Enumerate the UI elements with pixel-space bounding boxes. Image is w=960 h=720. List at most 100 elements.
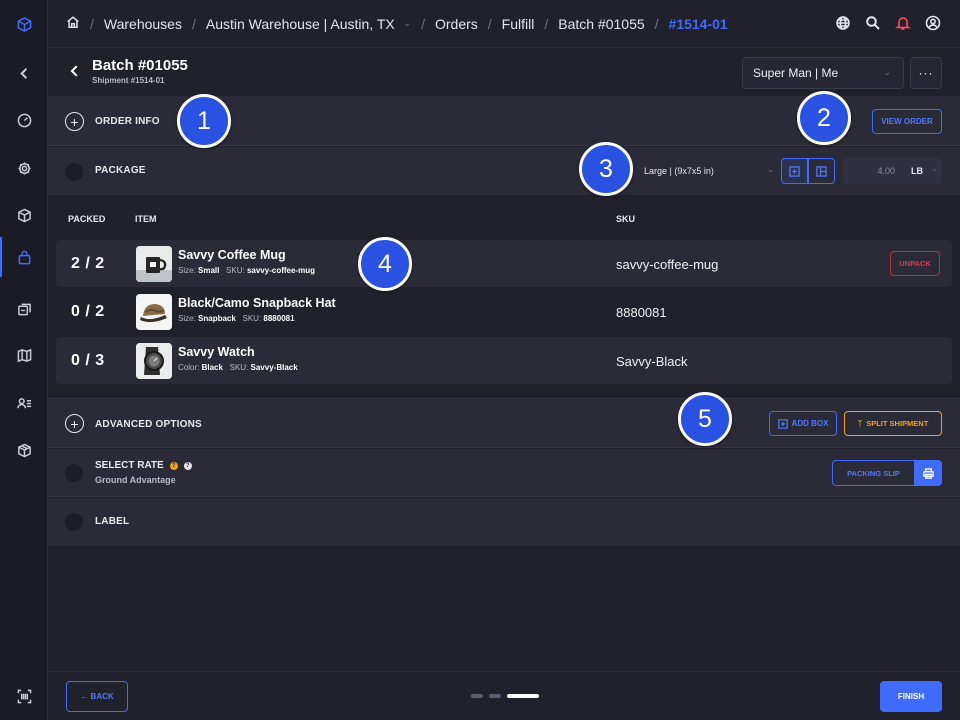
breadcrumb-current: #1514-01 xyxy=(668,15,728,32)
add-box-icon xyxy=(777,418,788,429)
breadcrumb-separator: / xyxy=(487,15,492,32)
unpack-button[interactable]: UNPACK xyxy=(890,251,940,276)
item-meta: Color: Black SKU: Savvy-Black xyxy=(178,363,298,372)
label-section: LABEL xyxy=(48,498,960,546)
packed-count: 2 / 2 xyxy=(71,255,105,272)
step-status-circle xyxy=(65,513,83,531)
user-account-icon[interactable] xyxy=(924,14,942,32)
breadcrumb: / Warehouses / Austin Warehouse | Austin… xyxy=(66,15,728,32)
breadcrumb-separator: / xyxy=(191,15,196,32)
packages-cube-icon[interactable] xyxy=(0,430,48,470)
select-rate-label: SELECT RATE ? ? xyxy=(95,460,192,471)
breadcrumb-separator: / xyxy=(654,15,659,32)
packed-count: 0 / 2 xyxy=(71,303,105,320)
notification-bell-icon[interactable] xyxy=(894,14,912,32)
breadcrumb-batch[interactable]: Batch #01055 xyxy=(558,16,644,32)
item-name: Savvy Watch xyxy=(178,345,255,359)
printer-icon xyxy=(923,467,934,479)
breadcrumb-separator: / xyxy=(90,15,94,32)
chevron-down-icon: ⌄ xyxy=(767,165,774,174)
barcode-scan-icon[interactable] xyxy=(0,676,48,716)
weight-unit-value: LB xyxy=(911,166,923,176)
table-row: 0 / 2 Black/Camo Snapback Hat Size: Snap… xyxy=(56,288,952,335)
add-box-button[interactable]: ADD BOX xyxy=(769,411,837,436)
breadcrumb-warehouses[interactable]: Warehouses xyxy=(104,16,182,32)
chevron-down-icon: ⌄ xyxy=(883,67,891,77)
warning-help-icon[interactable]: ? xyxy=(169,461,178,470)
split-icon: ᛉ xyxy=(857,419,863,428)
item-sku: Savvy-Black xyxy=(616,354,688,369)
package-layout-button[interactable] xyxy=(808,158,835,184)
split-shipment-button[interactable]: ᛉ SPLIT SHIPMENT xyxy=(844,411,942,436)
help-icon[interactable]: ? xyxy=(183,461,192,470)
advanced-options-label: ADVANCED OPTIONS xyxy=(95,419,202,430)
step-status-circle xyxy=(65,464,83,482)
product-image-hat xyxy=(136,294,172,330)
items-table-header: PACKED ITEM SKU xyxy=(48,196,960,240)
top-icons xyxy=(834,14,942,32)
item-name: Black/Camo Snapback Hat xyxy=(178,296,336,310)
product-image-mug xyxy=(136,246,172,282)
page-title: Batch #01055 xyxy=(92,57,188,74)
map-icon[interactable] xyxy=(0,335,48,375)
callout-marker-1: 1 xyxy=(177,94,231,148)
column-header-packed: PACKED xyxy=(68,214,106,224)
add-square-icon xyxy=(789,165,800,177)
logo-cube-icon[interactable] xyxy=(0,4,48,44)
order-info-label: ORDER INFO xyxy=(95,116,160,127)
table-row: 2 / 2 Savvy Coffee Mug Size: Small SKU: … xyxy=(56,240,952,287)
breadcrumb-orders[interactable]: Orders xyxy=(435,16,478,32)
orders-bag-icon[interactable] xyxy=(0,237,48,277)
weight-input[interactable]: 4.00 xyxy=(843,158,901,184)
weight-unit-select[interactable]: LB ⌄ xyxy=(901,158,942,184)
page-subtitle: Shipment #1514-01 xyxy=(92,76,165,85)
expand-plus-icon[interactable]: + xyxy=(65,414,84,433)
inventory-box-icon[interactable] xyxy=(0,195,48,235)
transfers-icon[interactable] xyxy=(0,289,48,329)
print-button[interactable] xyxy=(915,460,942,486)
view-order-button[interactable]: VIEW ORDER xyxy=(872,109,942,134)
packed-count: 0 / 3 xyxy=(71,352,105,369)
step-dot-active xyxy=(507,694,539,698)
users-list-icon[interactable] xyxy=(0,383,48,423)
back-chevron-icon[interactable] xyxy=(68,64,84,80)
item-name: Savvy Coffee Mug xyxy=(178,248,286,262)
chevron-down-icon[interactable]: ⌄ xyxy=(403,18,411,29)
item-sku: 8880081 xyxy=(616,305,667,320)
step-dot xyxy=(489,694,501,698)
step-dot xyxy=(471,694,483,698)
breadcrumb-fulfill[interactable]: Fulfill xyxy=(502,16,535,32)
layout-icon xyxy=(816,165,827,177)
add-package-button[interactable] xyxy=(781,158,808,184)
selected-rate-value: Ground Advantage xyxy=(95,475,176,485)
package-size-select[interactable]: Large | (9x7x5 in) ⌄ xyxy=(634,158,780,184)
column-header-sku: SKU xyxy=(616,214,636,224)
table-row: 0 / 3 Savvy Watch Color: Black SKU: Savv… xyxy=(56,337,952,384)
search-icon[interactable] xyxy=(864,14,882,32)
user-select-value: Super Man | Me xyxy=(753,66,839,80)
user-select[interactable]: Super Man | Me ⌄ xyxy=(742,57,904,89)
advanced-options-section: + ADVANCED OPTIONS ADD BOX ᛉ SPLIT SHIPM… xyxy=(48,398,960,448)
globe-icon[interactable] xyxy=(834,14,852,32)
collapse-chevron-icon[interactable] xyxy=(0,53,48,93)
item-meta: Size: Snapback SKU: 8880081 xyxy=(178,314,295,323)
top-bar: / Warehouses / Austin Warehouse | Austin… xyxy=(48,0,960,48)
label-section-label: LABEL xyxy=(95,516,130,527)
dashboard-gauge-icon[interactable] xyxy=(0,100,48,140)
packing-slip-button[interactable]: PACKING SLIP xyxy=(832,460,915,486)
footer: ← BACK FINISH xyxy=(48,671,960,720)
callout-marker-4: 4 xyxy=(358,237,412,291)
column-header-item: ITEM xyxy=(135,214,157,224)
back-button[interactable]: ← BACK xyxy=(66,681,128,712)
expand-plus-icon[interactable]: + xyxy=(65,112,84,131)
finish-button[interactable]: FINISH xyxy=(880,681,942,712)
settings-gear-icon[interactable] xyxy=(0,148,48,188)
chevron-down-icon: ⌄ xyxy=(931,167,937,173)
breadcrumb-warehouse[interactable]: Austin Warehouse | Austin, TX xyxy=(206,16,395,32)
home-icon[interactable] xyxy=(66,15,80,32)
callout-marker-5: 5 xyxy=(678,392,732,446)
more-options-button[interactable]: ··· xyxy=(910,57,942,89)
step-indicator xyxy=(471,694,539,698)
package-section: PACKAGE Large | (9x7x5 in) ⌄ 4.00 LB ⌄ xyxy=(48,147,960,195)
select-rate-section: SELECT RATE ? ? Ground Advantage PACKING… xyxy=(48,449,960,497)
